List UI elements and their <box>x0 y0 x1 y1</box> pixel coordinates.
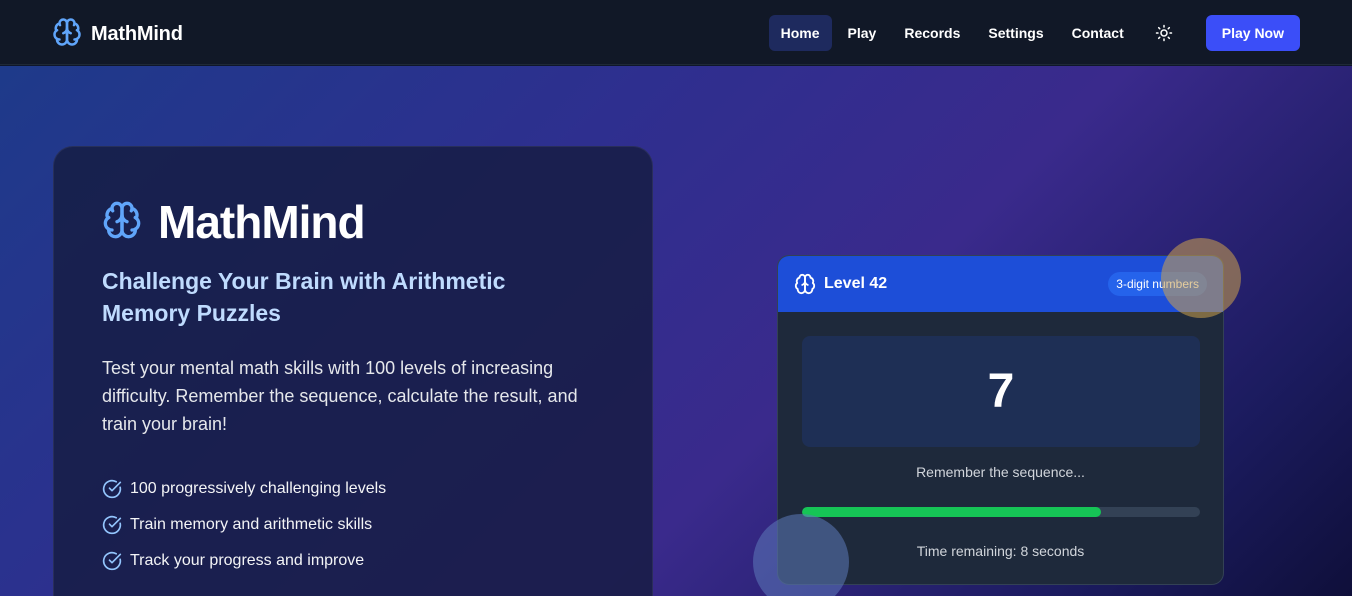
instruction-text: Remember the sequence... <box>916 464 1085 480</box>
feature-text: Track your progress and improve <box>130 552 365 569</box>
brain-icon <box>52 17 82 52</box>
feature-item: 100 progressively challenging levels <box>102 471 386 507</box>
check-circle-icon <box>102 515 122 535</box>
hero-brand: MathMind <box>102 195 366 249</box>
level-label: Level 42 <box>824 275 888 292</box>
check-circle-icon <box>102 479 122 499</box>
check-circle-icon <box>102 551 122 571</box>
feature-text: Train memory and arithmetic skills <box>130 516 373 533</box>
nav-link-records[interactable]: Records <box>892 15 972 51</box>
nav-link-home[interactable]: Home <box>768 15 832 51</box>
feature-item: Train memory and arithmetic skills <box>102 507 386 543</box>
sun-icon <box>1155 24 1172 42</box>
hero-description: Test your mental math skills with 100 le… <box>102 358 578 434</box>
game-card-header: Level 42 3-digit numbers <box>778 256 1223 312</box>
game-preview-card: Level 42 3-digit numbers 7 Remember the … <box>777 255 1224 585</box>
nav-links: Home Play Records Settings Contact Play … <box>765 15 1300 51</box>
hero-section: MathMind Challenge Your Brain with Arith… <box>0 66 1352 596</box>
nav-link-play[interactable]: Play <box>836 15 889 51</box>
feature-text: 100 progressively challenging levels <box>130 480 387 497</box>
brain-icon <box>102 200 142 245</box>
hero-subtitle: Challenge Your Brain with Arithmetic Mem… <box>102 268 506 326</box>
level-indicator: Level 42 <box>794 273 887 295</box>
brain-icon <box>794 273 816 295</box>
sequence-number-display: 7 <box>802 336 1200 447</box>
nav-link-settings[interactable]: Settings <box>976 15 1055 51</box>
feature-list: 100 progressively challenging levels Tra… <box>102 471 386 579</box>
navbar: MathMind Home Play Records Settings Cont… <box>0 0 1352 65</box>
brand-name: MathMind <box>91 23 183 45</box>
intro-card: MathMind Challenge Your Brain with Arith… <box>53 146 653 596</box>
feature-item: Track your progress and improve <box>102 543 386 579</box>
play-now-button[interactable]: Play Now <box>1205 15 1300 51</box>
nav-link-contact[interactable]: Contact <box>1060 15 1136 51</box>
theme-toggle-button[interactable] <box>1146 15 1182 51</box>
brand-logo[interactable]: MathMind <box>52 17 183 52</box>
decorative-circle <box>1161 238 1241 318</box>
timer-progress-bar <box>802 507 1200 517</box>
hero-title: MathMind <box>158 196 366 248</box>
timer-progress-fill <box>802 507 1101 517</box>
